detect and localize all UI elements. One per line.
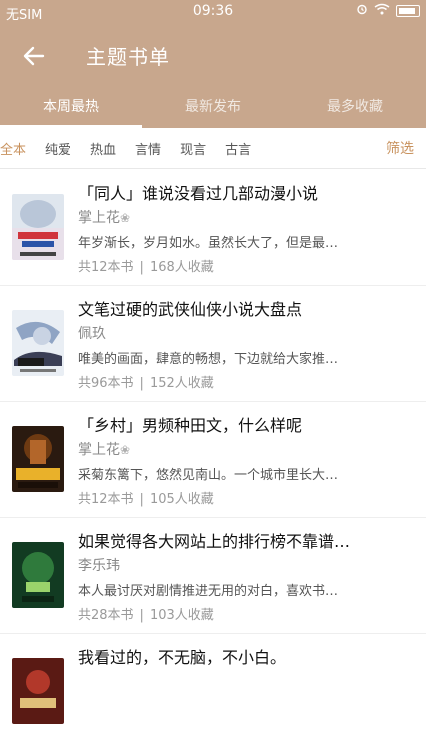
booklist-item[interactable]: 「乡村」男频种田文，什么样呢 掌上花❀ 采菊东篱下，悠然见南山。一个城市里长大…… xyxy=(0,402,426,518)
author-badge-icon: ❀ xyxy=(120,443,131,457)
booklist-title: 「乡村」男频种田文，什么样呢 xyxy=(78,416,303,435)
tab-most-favorited[interactable]: 最多收藏 xyxy=(284,90,426,128)
book-count: 共28本书 xyxy=(78,608,134,623)
booklist-description: 年岁渐长，岁月如水。虽然长大了，但是最… xyxy=(78,236,339,251)
booklist-item[interactable]: 文笔过硬的武侠仙侠小说大盘点 佩玖 唯美的画面，肆意的畅想，下边就给大家推… 共… xyxy=(0,286,426,402)
booklist-title: 如果觉得各大网站上的排行榜不靠谱… xyxy=(78,532,351,551)
booklist-item[interactable]: 我看过的，不无脑，不小白。 xyxy=(0,634,426,749)
favorites-count: 103人收藏 xyxy=(149,608,214,623)
wifi-icon xyxy=(374,3,390,19)
booklist-author: 李乐玮 xyxy=(78,555,120,575)
author-name: 掌上花 xyxy=(78,442,120,458)
favorites-count: 168人收藏 xyxy=(149,260,214,275)
book-count: 共12本书 xyxy=(78,492,134,507)
tab-latest[interactable]: 最新发布 xyxy=(142,90,284,128)
booklist-list: 「同人」谁说没看过几部动漫小说 掌上花❀ 年岁渐长，岁月如水。虽然长大了，但是最… xyxy=(0,170,426,749)
filter-all[interactable]: 全本 xyxy=(0,139,26,158)
filter-danmei[interactable]: 纯爱 xyxy=(45,139,71,158)
tab-bar: 本周最热 最新发布 最多收藏 xyxy=(0,90,426,128)
booklist-item[interactable]: 「同人」谁说没看过几部动漫小说 掌上花❀ 年岁渐长，岁月如水。虽然长大了，但是最… xyxy=(0,170,426,286)
status-icons xyxy=(356,3,420,19)
booklist-author: 掌上花❀ xyxy=(78,207,130,227)
book-count: 共12本书 xyxy=(78,260,134,275)
meta-separator: | xyxy=(139,608,144,623)
book-cover-image xyxy=(12,310,64,376)
booklist-meta: 共12本书 | 105人收藏 xyxy=(78,488,214,507)
booklist-meta: 共96本书 | 152人收藏 xyxy=(78,372,214,391)
booklist-description: 唯美的画面，肆意的畅想，下边就给大家推… xyxy=(78,352,339,367)
meta-separator: | xyxy=(139,492,144,507)
book-cover-image xyxy=(12,194,64,260)
page-title: 主题书单 xyxy=(86,45,170,69)
category-filter-bar: 全本 纯爱 热血 言情 现言 古言 筛选 xyxy=(0,128,426,169)
status-bar: 无SIM 09:36 xyxy=(0,0,426,24)
meta-separator: | xyxy=(139,376,144,391)
book-cover-image xyxy=(12,658,64,724)
battery-icon xyxy=(396,5,420,17)
booklist-title: 文笔过硬的武侠仙侠小说大盘点 xyxy=(78,300,303,319)
booklist-meta: 共12本书 | 168人收藏 xyxy=(78,256,214,275)
book-count: 共96本书 xyxy=(78,376,134,391)
category-list: 全本 纯爱 热血 言情 现言 古言 xyxy=(0,128,270,168)
favorites-count: 152人收藏 xyxy=(149,376,214,391)
app-header: 主题书单 本周最热 最新发布 最多收藏 xyxy=(0,24,426,128)
author-name: 佩玖 xyxy=(78,326,106,342)
book-cover-image xyxy=(12,542,64,608)
booklist-title: 「同人」谁说没看过几部动漫小说 xyxy=(78,184,319,203)
favorites-count: 105人收藏 xyxy=(149,492,214,507)
meta-separator: | xyxy=(139,260,144,275)
filter-modern-romance[interactable]: 现言 xyxy=(180,139,206,158)
booklist-title: 我看过的，不无脑，不小白。 xyxy=(78,648,287,667)
booklist-author: 佩玖 xyxy=(78,323,106,343)
filter-button[interactable]: 筛选 xyxy=(386,138,414,158)
filter-romance[interactable]: 言情 xyxy=(135,139,161,158)
booklist-meta: 共28本书 | 103人收藏 xyxy=(78,604,214,623)
tab-weekly-hot[interactable]: 本周最热 xyxy=(0,90,142,128)
arrow-left-icon xyxy=(23,46,45,66)
author-badge-icon: ❀ xyxy=(120,211,131,225)
booklist-description: 本人最讨厌对剧情推进无用的对白，喜欢书… xyxy=(78,584,339,599)
booklist-author: 掌上花❀ xyxy=(78,439,130,459)
back-button[interactable] xyxy=(16,38,52,74)
booklist-item[interactable]: 如果觉得各大网站上的排行榜不靠谱… 李乐玮 本人最讨厌对剧情推进无用的对白，喜欢… xyxy=(0,518,426,634)
filter-hot-blood[interactable]: 热血 xyxy=(90,139,116,158)
author-name: 李乐玮 xyxy=(78,558,120,574)
author-name: 掌上花 xyxy=(78,210,120,226)
booklist-description: 采菊东篱下，悠然见南山。一个城市里长大… xyxy=(78,468,339,483)
book-cover-image xyxy=(12,426,64,492)
filter-ancient-romance[interactable]: 古言 xyxy=(225,139,251,158)
alarm-icon xyxy=(356,3,368,19)
